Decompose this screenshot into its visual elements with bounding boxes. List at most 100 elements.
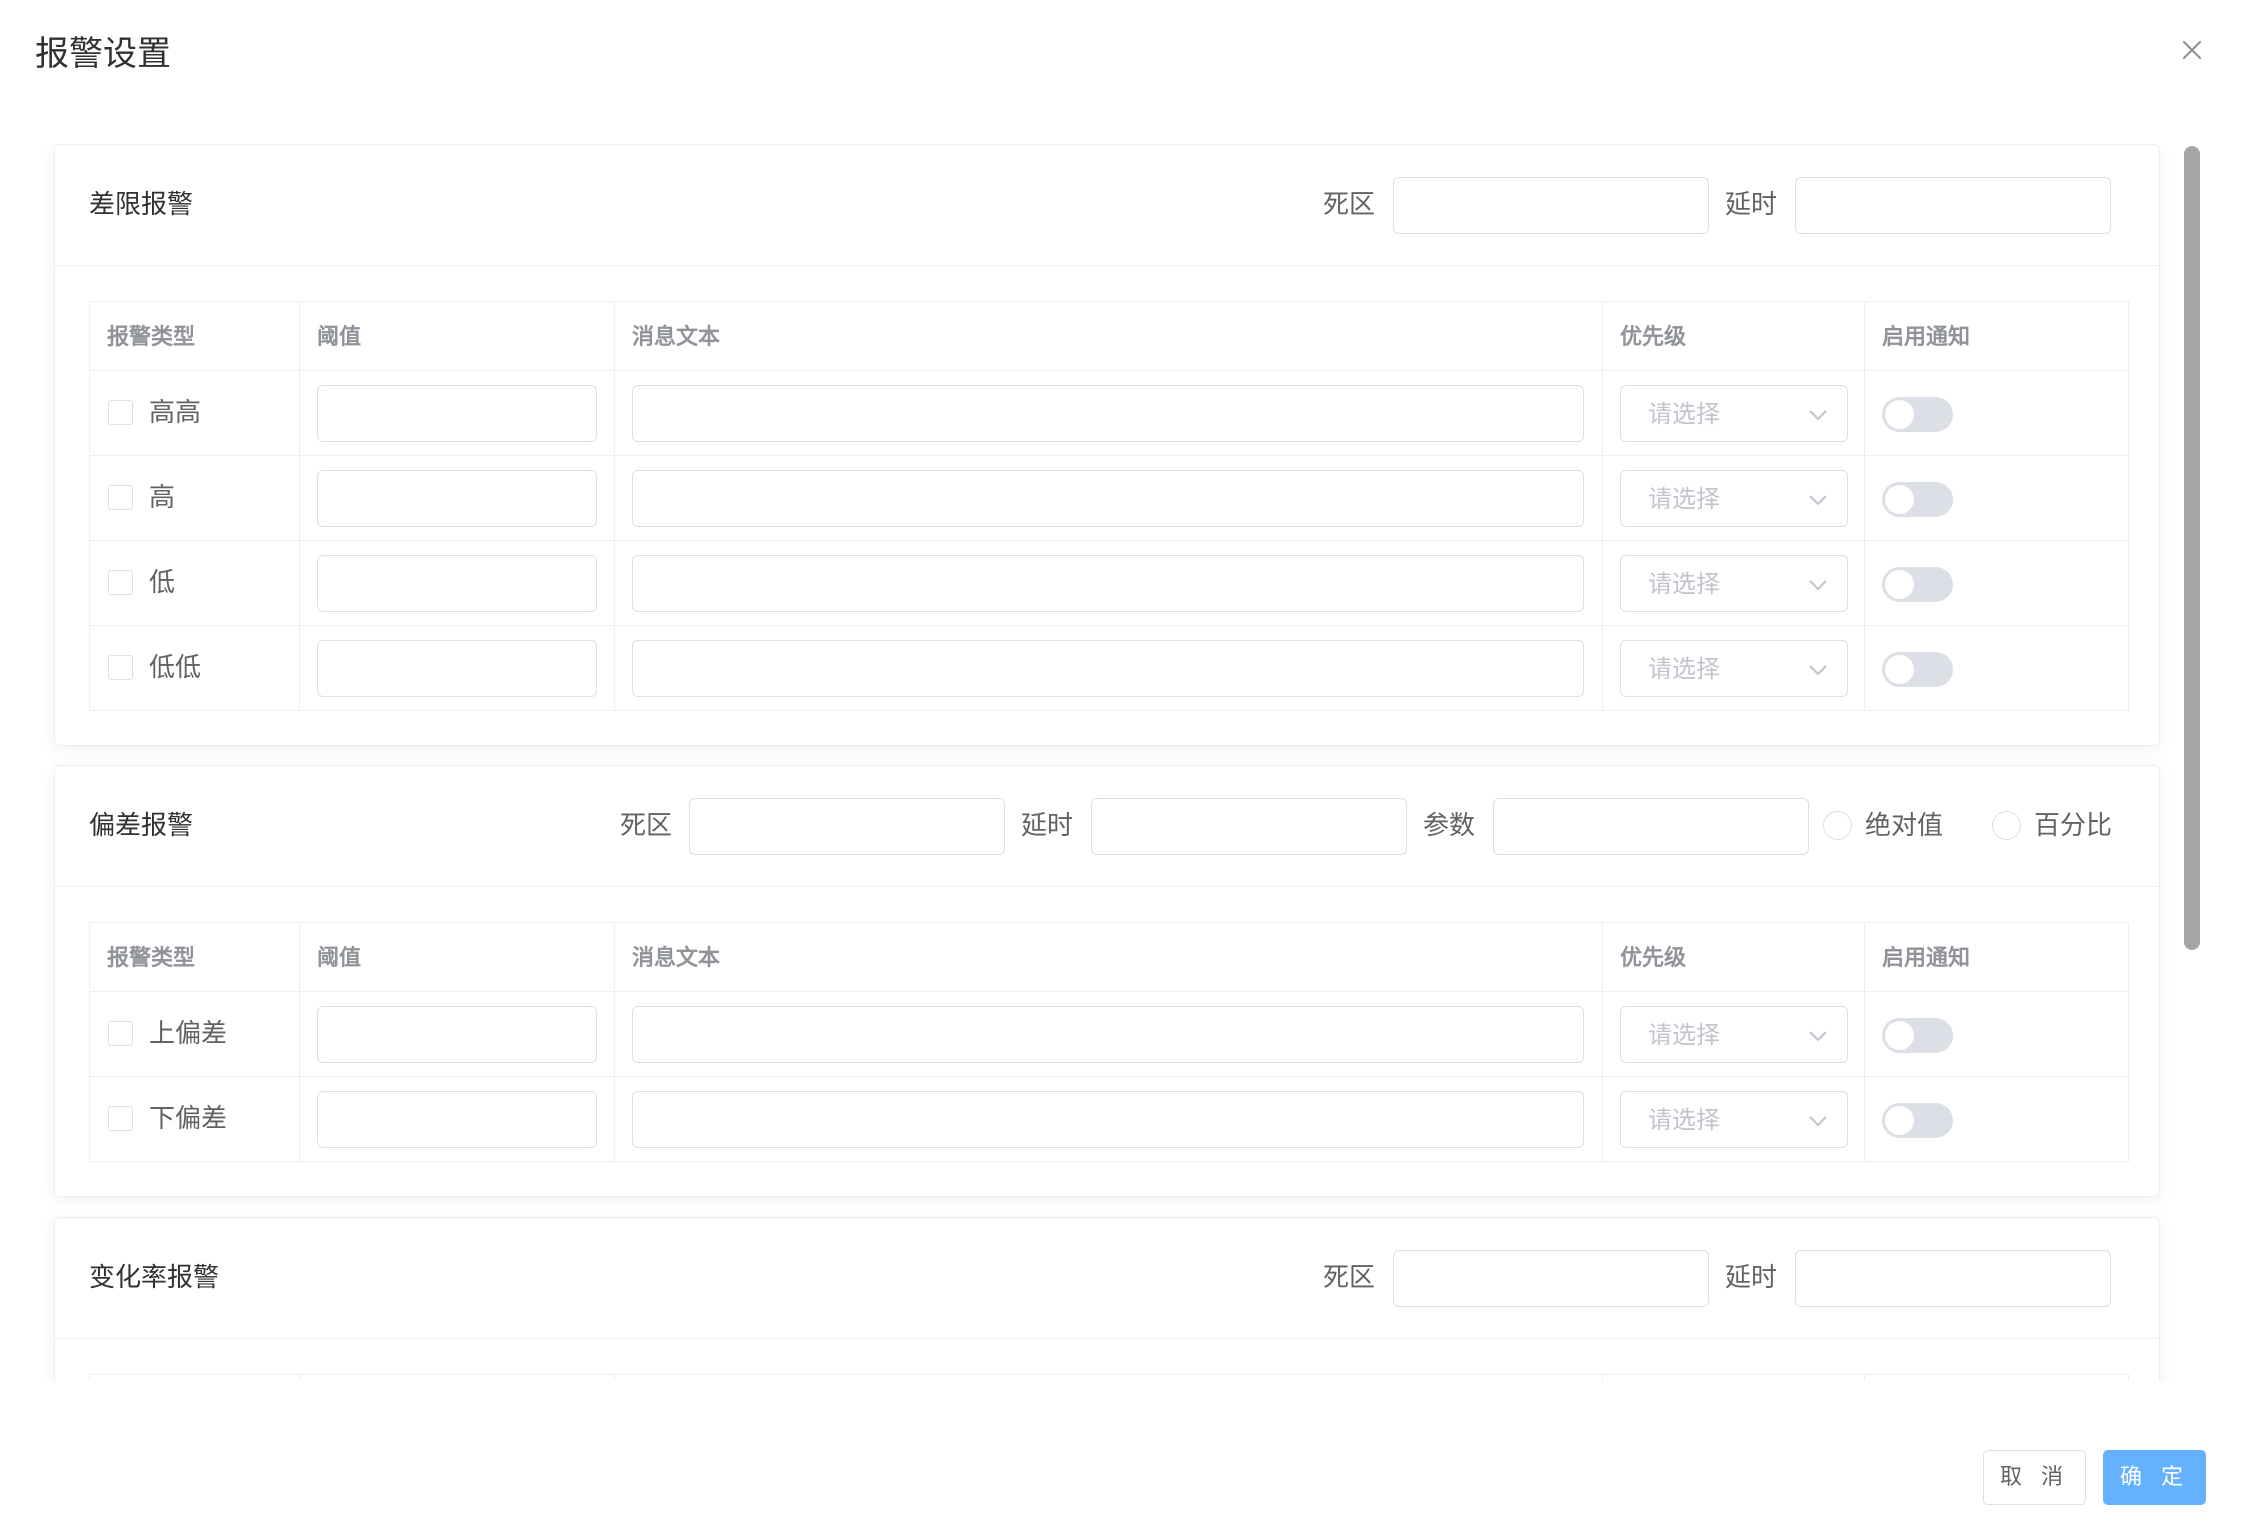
alarm-type-label: 高 [149,483,176,513]
notify-switch[interactable] [1882,567,1953,602]
message-text-input[interactable] [632,1006,1584,1063]
dialog-body: 差限报警 死区 延时 报警类型 阈值 消息文本 优先级 启用通知 高高 请选择 … [0,144,2244,1381]
message-text-input[interactable] [632,1091,1584,1148]
table-row: 低低 请选择 [90,626,2128,711]
threshold-input[interactable] [317,1006,597,1063]
column-header-priority: 优先级 [1620,325,1687,350]
table-row: 下偏差 请选择 [90,1077,2128,1162]
confirm-button[interactable]: 确 定 [2103,1450,2206,1505]
deadband-label: 死区 [620,811,673,841]
percent-radio[interactable] [1992,811,2021,840]
limit-alarm-card: 差限报警 死区 延时 报警类型 阈值 消息文本 优先级 启用通知 高高 请选择 … [54,144,2160,746]
column-header-alarm-type: 报警类型 [107,325,196,350]
table-header-row [90,1375,2128,1381]
rate-alarm-card: 变化率报警 死区 延时 [54,1217,2160,1381]
priority-select[interactable]: 请选择 [1620,385,1848,442]
deviation-param-input[interactable] [1493,798,1809,855]
deviation-deadband-input[interactable] [689,798,1005,855]
deadband-label: 死区 [1323,1263,1376,1293]
alarm-type-checkbox[interactable] [108,400,133,425]
alarm-type-checkbox[interactable] [108,655,133,680]
switch-knob [1885,655,1914,684]
message-text-input[interactable] [632,470,1584,527]
alarm-type-label: 低 [149,568,176,598]
alarm-type-checkbox[interactable] [108,1106,133,1131]
chevron-down-icon [1809,665,1827,676]
dialog-header: 报警设置 [0,0,2244,110]
switch-knob [1885,485,1914,514]
table-header-row: 报警类型 阈值 消息文本 优先级 启用通知 [90,302,2128,371]
deviation-alarm-card: 偏差报警 死区 延时 参数 绝对值 百分比 报警类型 阈值 消息文本 优先级 启… [54,765,2160,1197]
notify-switch[interactable] [1882,1018,1953,1053]
rate-delay-input[interactable] [1795,1250,2111,1307]
switch-knob [1885,570,1914,599]
delay-label: 延时 [1725,190,1778,220]
alarm-type-label: 上偏差 [149,1019,228,1049]
notify-switch[interactable] [1882,1103,1953,1138]
message-text-input[interactable] [632,640,1584,697]
close-icon[interactable] [2176,34,2208,66]
priority-placeholder: 请选择 [1648,400,1720,428]
alarm-type-checkbox[interactable] [108,485,133,510]
priority-select[interactable]: 请选择 [1620,470,1848,527]
column-header-alarm-type: 报警类型 [107,946,196,971]
column-header-threshold: 阈值 [317,946,362,971]
alarm-type-label: 高高 [149,398,202,428]
alarm-type-checkbox[interactable] [108,1021,133,1046]
rate-alarm-table [89,1374,2129,1381]
threshold-input[interactable] [317,470,597,527]
absolute-value-label: 绝对值 [1865,811,1944,841]
alarm-type-label: 低低 [149,653,202,683]
threshold-input[interactable] [317,640,597,697]
dialog-title: 报警设置 [35,34,171,74]
param-label: 参数 [1423,811,1476,841]
column-header-threshold: 阈值 [317,325,362,350]
switch-knob [1885,400,1914,429]
message-text-input[interactable] [632,385,1584,442]
notify-switch[interactable] [1882,652,1953,687]
table-row: 高高 请选择 [90,371,2128,456]
deadband-label: 死区 [1323,190,1376,220]
priority-placeholder: 请选择 [1648,655,1720,683]
alarm-type-label: 下偏差 [149,1104,228,1134]
threshold-input[interactable] [317,1091,597,1148]
table-row: 高 请选择 [90,456,2128,541]
column-header-notify: 启用通知 [1882,946,1971,971]
priority-select[interactable]: 请选择 [1620,555,1848,612]
priority-placeholder: 请选择 [1648,485,1720,513]
alarm-type-checkbox[interactable] [108,570,133,595]
priority-placeholder: 请选择 [1648,1106,1720,1134]
table-header-row: 报警类型 阈值 消息文本 优先级 启用通知 [90,923,2128,992]
priority-placeholder: 请选择 [1648,570,1720,598]
message-text-input[interactable] [632,555,1584,612]
notify-switch[interactable] [1882,397,1953,432]
table-row: 低 请选择 [90,541,2128,626]
priority-select[interactable]: 请选择 [1620,640,1848,697]
delay-label: 延时 [1725,1263,1778,1293]
limit-deadband-input[interactable] [1393,177,1709,234]
priority-select[interactable]: 请选择 [1620,1091,1848,1148]
chevron-down-icon [1809,410,1827,421]
absolute-value-radio[interactable] [1823,811,1852,840]
rate-alarm-card-header: 变化率报警 死区 延时 [55,1218,2159,1339]
vertical-scrollbar[interactable] [2184,146,2200,950]
priority-select[interactable]: 请选择 [1620,1006,1848,1063]
limit-delay-input[interactable] [1795,177,2111,234]
threshold-input[interactable] [317,385,597,442]
column-header-message: 消息文本 [632,946,721,971]
column-header-priority: 优先级 [1620,946,1687,971]
table-row: 上偏差 请选择 [90,992,2128,1077]
notify-switch[interactable] [1882,482,1953,517]
deviation-alarm-card-header: 偏差报警 死区 延时 参数 绝对值 百分比 [55,766,2159,887]
limit-alarm-table: 报警类型 阈值 消息文本 优先级 启用通知 高高 请选择 高 请选择 低 请选择… [89,301,2129,711]
chevron-down-icon [1809,1031,1827,1042]
delay-label: 延时 [1021,811,1074,841]
cancel-button[interactable]: 取 消 [1983,1450,2086,1505]
dialog-footer: 取 消 确 定 [0,1420,2244,1535]
deviation-delay-input[interactable] [1091,798,1407,855]
rate-deadband-input[interactable] [1393,1250,1709,1307]
threshold-input[interactable] [317,555,597,612]
priority-placeholder: 请选择 [1648,1021,1720,1049]
switch-knob [1885,1106,1914,1135]
switch-knob [1885,1021,1914,1050]
